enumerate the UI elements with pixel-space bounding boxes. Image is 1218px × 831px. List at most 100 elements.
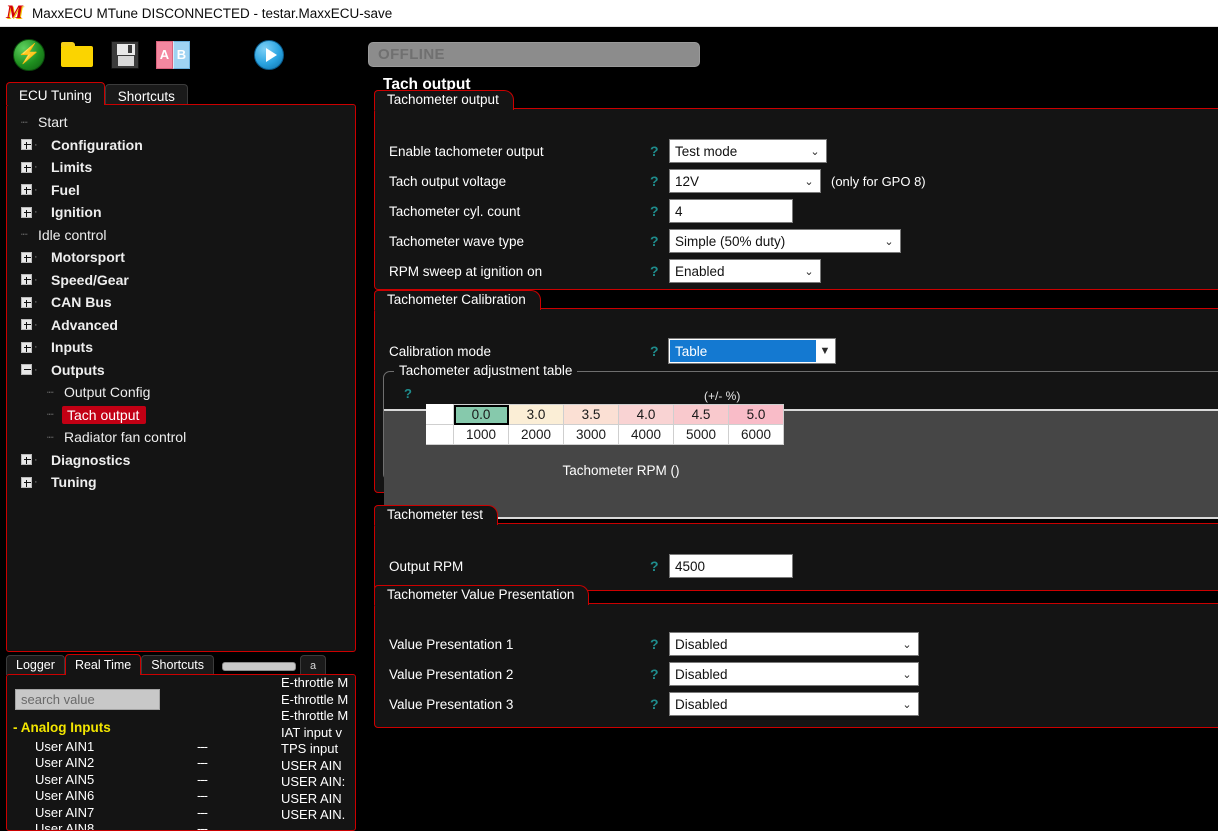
adjustment-cell[interactable]: 4.0 — [618, 404, 674, 425]
value-presentation-select[interactable]: Disabled ⌄ — [669, 692, 919, 716]
expand-icon[interactable] — [21, 454, 32, 466]
calibration-mode-select[interactable]: Table ▼ — [668, 338, 836, 364]
tree-item-outputs[interactable]: · Outputs — [21, 359, 355, 382]
expand-icon[interactable] — [21, 139, 32, 151]
realtime-right-item[interactable]: E-throttle M — [281, 675, 355, 692]
tach-output-select[interactable]: Simple (50% duty) ⌄ — [669, 229, 901, 253]
realtime-right-item[interactable]: IAT input v — [281, 725, 355, 742]
expand-icon[interactable] — [21, 319, 32, 331]
list-item[interactable]: User AIN8 --- — [7, 821, 267, 831]
expand-icon[interactable] — [21, 476, 32, 488]
tree-item-fuel[interactable]: · Fuel — [21, 179, 355, 202]
tab-ecu-tuning[interactable]: ECU Tuning — [6, 82, 105, 105]
list-item[interactable]: User AIN1 --- — [7, 738, 267, 755]
analog-inputs-group-label[interactable]: - Analog Inputs — [13, 720, 111, 735]
adjustment-table-help-icon[interactable]: ? — [404, 386, 412, 401]
list-item[interactable]: User AIN7 --- — [7, 804, 267, 821]
realtime-right-item[interactable]: USER AIN. — [281, 807, 355, 824]
adjustment-cell[interactable]: 5.0 — [728, 404, 784, 425]
expand-icon[interactable] — [21, 251, 32, 263]
tab-logger[interactable]: Logger — [6, 655, 65, 675]
help-icon[interactable]: ? — [650, 173, 659, 189]
calibration-mode-help-icon[interactable]: ? — [650, 343, 659, 359]
compare-ab-icon[interactable]: A B — [154, 36, 192, 74]
tree-item-configuration[interactable]: · Configuration — [21, 134, 355, 157]
connection-status-bar[interactable]: OFFLINE — [368, 42, 700, 67]
tree-item-limits[interactable]: · Limits — [21, 156, 355, 179]
value-presentation-label: Value Presentation 2 — [389, 666, 514, 682]
tab-progress-bar[interactable] — [222, 662, 297, 671]
search-input[interactable]: search value — [15, 689, 160, 710]
tree-item-tach-output[interactable]: ┈ Tach output — [21, 404, 355, 427]
tree-item-speed-gear[interactable]: · Speed/Gear — [21, 269, 355, 292]
tachometer-adjustment-table[interactable]: 0.0 3.0 3.5 4.0 4.5 5.0 1000 2000 3000 4000 5000 6… — [426, 404, 784, 445]
expand-icon[interactable] — [21, 341, 32, 353]
expand-icon[interactable] — [21, 184, 32, 196]
realtime-right-item[interactable]: USER AIN — [281, 758, 355, 775]
tab-real-time[interactable]: Real Time — [64, 654, 142, 675]
tree-item-start[interactable]: ┈ Start — [21, 111, 355, 134]
connect-bolt-glyph: ⚡ — [13, 38, 45, 71]
tree-item-idle-control[interactable]: ┈ Idle control — [21, 224, 355, 247]
realtime-right-item[interactable]: USER AIN — [281, 791, 355, 808]
tree-item-advanced[interactable]: · Advanced — [21, 314, 355, 337]
expand-icon[interactable] — [21, 206, 32, 218]
expand-icon[interactable] — [21, 274, 32, 286]
value-presentation-select[interactable]: Disabled ⌄ — [669, 632, 919, 656]
open-file-icon[interactable] — [58, 36, 96, 74]
chevron-down-icon: ⌄ — [902, 668, 912, 681]
help-icon[interactable]: ? — [650, 233, 659, 249]
list-item[interactable]: User AIN2 --- — [7, 755, 267, 772]
tree-item-diagnostics[interactable]: · Diagnostics — [21, 449, 355, 472]
realtime-right-item[interactable]: E-throttle M — [281, 692, 355, 709]
realtime-right-item[interactable]: E-throttle M — [281, 708, 355, 725]
rpm-axis-cell[interactable]: 1000 — [453, 424, 509, 445]
tree-item-radiator-fan-control[interactable]: ┈ Radiator fan control — [21, 426, 355, 449]
tach-output-select[interactable]: Enabled ⌄ — [669, 259, 821, 283]
list-item-name: User AIN8 — [35, 821, 95, 831]
help-icon[interactable]: ? — [650, 203, 659, 219]
realtime-right-item[interactable]: TPS input — [281, 741, 355, 758]
rpm-axis-cell[interactable]: 2000 — [508, 424, 564, 445]
rpm-axis-cell[interactable]: 3000 — [563, 424, 619, 445]
connect-icon[interactable]: ⚡ — [10, 36, 48, 74]
expand-icon[interactable] — [21, 296, 32, 308]
help-icon[interactable]: ? — [650, 558, 659, 574]
realtime-right-item[interactable]: USER AIN: — [281, 774, 355, 791]
tach-output-select[interactable]: Test mode ⌄ — [669, 139, 827, 163]
tach-test-input[interactable]: 4500 — [669, 554, 793, 578]
rpm-axis-cell[interactable]: 6000 — [728, 424, 784, 445]
save-file-icon[interactable] — [106, 36, 144, 74]
help-icon[interactable]: ? — [650, 263, 659, 279]
tree-item-output-config[interactable]: ┈ Output Config — [21, 381, 355, 404]
help-icon[interactable]: ? — [650, 143, 659, 159]
help-icon[interactable]: ? — [650, 636, 659, 652]
rpm-axis-cell[interactable]: 5000 — [673, 424, 729, 445]
adjustment-cell[interactable]: 3.0 — [508, 404, 564, 425]
help-icon[interactable]: ? — [650, 696, 659, 712]
tach-output-select[interactable]: 12V ⌄ — [669, 169, 821, 193]
adjustment-cell[interactable]: 4.5 — [673, 404, 729, 425]
rpm-axis-cell[interactable]: 4000 — [618, 424, 674, 445]
tree-guide-icon: · — [34, 161, 38, 174]
tab-extra-icon[interactable]: a — [300, 655, 327, 675]
tab-shortcuts[interactable]: Shortcuts — [104, 84, 188, 105]
tree-item-ignition[interactable]: · Ignition — [21, 201, 355, 224]
tree-item-can-bus[interactable]: · CAN Bus — [21, 291, 355, 314]
adjustment-cell[interactable]: 3.5 — [563, 404, 619, 425]
adjustment-cell[interactable]: 0.0 — [453, 404, 509, 425]
expand-icon[interactable] — [21, 161, 32, 173]
tree-item-label: Tuning — [51, 474, 97, 491]
tab-shortcuts-bottom[interactable]: Shortcuts — [141, 655, 215, 675]
tachometer-output-caption: Tachometer output — [374, 90, 514, 111]
list-item[interactable]: User AIN6 --- — [7, 788, 267, 805]
tree-item-inputs[interactable]: · Inputs — [21, 336, 355, 359]
help-icon[interactable]: ? — [650, 666, 659, 682]
tree-item-motorsport[interactable]: · Motorsport — [21, 246, 355, 269]
start-icon[interactable] — [250, 36, 288, 74]
tree-item-tuning[interactable]: · Tuning — [21, 471, 355, 494]
value-presentation-select[interactable]: Disabled ⌄ — [669, 662, 919, 686]
list-item[interactable]: User AIN5 --- — [7, 771, 267, 788]
collapse-icon[interactable] — [21, 364, 32, 376]
tach-output-input[interactable]: 4 — [669, 199, 793, 223]
